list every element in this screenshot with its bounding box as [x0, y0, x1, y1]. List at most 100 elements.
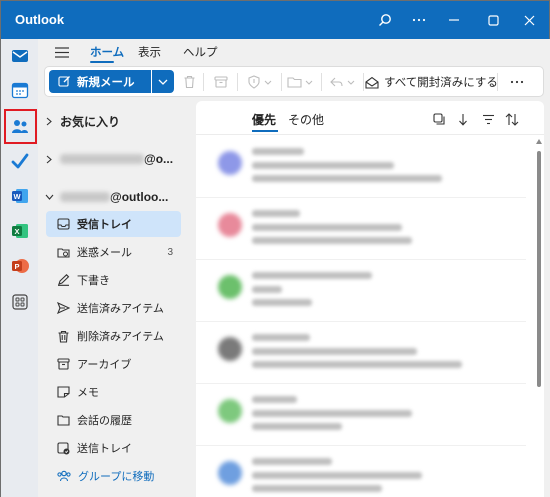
folder-archive[interactable]: アーカイブ [46, 351, 181, 377]
folder-label: 削除済みアイテム [77, 331, 164, 343]
sort-icon[interactable] [504, 111, 520, 127]
redacted-preview [252, 175, 442, 182]
folder-label: 迷惑メール [77, 247, 132, 259]
filter-icon[interactable] [480, 111, 496, 127]
select-icon[interactable] [431, 111, 447, 127]
delete-icon[interactable] [179, 72, 199, 92]
apps-icon[interactable] [9, 291, 31, 313]
svg-text:W: W [13, 192, 21, 201]
folder-sent[interactable]: 送信済みアイテム [46, 295, 181, 321]
maximize-icon[interactable] [473, 1, 513, 39]
report-icon[interactable] [245, 72, 277, 92]
ribbon-separator [497, 73, 498, 91]
chevron-down-icon [38, 194, 60, 200]
redacted-account-name [60, 154, 144, 164]
deleted-icon [58, 330, 69, 343]
redacted-subject [252, 472, 422, 479]
tab-focused[interactable]: 優先 [252, 111, 276, 128]
ribbon-toolbar: 新規メール すべて開封済みにする [44, 66, 544, 97]
scroll-up-icon[interactable] [536, 137, 542, 145]
avatar [218, 151, 242, 175]
avatar [218, 461, 242, 485]
folder-conversation-history[interactable]: 会話の履歴 [46, 407, 181, 433]
svg-text:X: X [14, 227, 19, 236]
ribbon-separator [321, 73, 322, 91]
favorites-header[interactable]: お気に入り [38, 108, 190, 134]
archive-toolbar-icon[interactable] [211, 72, 231, 92]
tab-help[interactable]: ヘルプ [183, 44, 218, 60]
new-mail-button[interactable]: 新規メール [49, 70, 151, 93]
groups-icon [57, 470, 71, 482]
folder-deleted[interactable]: 削除済みアイテム [46, 323, 181, 349]
move-to-folder-icon[interactable] [285, 72, 317, 92]
avatar [218, 213, 242, 237]
message-item[interactable] [196, 137, 526, 198]
folder-inbox[interactable]: 受信トレイ [46, 211, 181, 237]
redacted-sender [252, 334, 310, 341]
drafts-icon [58, 274, 70, 286]
folder-junk[interactable]: 迷惑メール 3 [46, 239, 181, 265]
chevron-down-icon [158, 79, 168, 85]
ribbon-separator [363, 73, 364, 91]
more-icon[interactable] [399, 1, 439, 39]
folder-drafts[interactable]: 下書き [46, 267, 181, 293]
calendar-icon[interactable] [9, 79, 31, 101]
redacted-sender [252, 210, 300, 217]
redacted-sender [252, 458, 332, 465]
word-icon[interactable]: W [9, 185, 31, 207]
todo-icon[interactable] [9, 150, 31, 172]
go-to-groups-link[interactable]: グループに移動 [46, 463, 181, 489]
mail-icon[interactable] [9, 45, 31, 67]
new-mail-dropdown-button[interactable] [152, 70, 174, 93]
folder-notes[interactable]: メモ [46, 379, 181, 405]
message-item[interactable] [196, 385, 526, 446]
account-header-1[interactable]: @o... [38, 146, 190, 172]
redacted-preview [252, 423, 342, 430]
folder-label: 下書き [77, 275, 110, 287]
account-header-2[interactable]: @outloo... [38, 184, 190, 210]
message-item[interactable] [196, 261, 526, 322]
message-item[interactable] [196, 323, 526, 384]
scroll-thumb[interactable] [537, 151, 541, 387]
minimize-icon[interactable] [434, 1, 474, 39]
hamburger-menu-icon[interactable] [52, 43, 72, 61]
archive-icon [57, 358, 70, 370]
outlook-window: Outlook W X P ホーム 表示 ヘルプ 新規メール すべて開封済みにす… [0, 0, 550, 497]
ribbon-tabs: ホーム 表示 ヘルプ [38, 39, 550, 65]
redacted-preview [252, 361, 462, 368]
reply-icon[interactable] [327, 72, 359, 92]
jump-down-icon[interactable] [455, 111, 471, 127]
unread-count: 3 [167, 246, 173, 258]
message-item[interactable] [196, 199, 526, 260]
message-list-scrollbar[interactable] [536, 137, 542, 497]
app-rail: W X P [1, 39, 38, 497]
junk-icon [57, 248, 70, 258]
redacted-subject [252, 348, 417, 355]
mark-all-read-button[interactable]: すべて開封済みにする [365, 72, 498, 92]
envelope-open-icon [365, 76, 379, 89]
chevron-right-icon [38, 155, 60, 164]
redacted-sender [252, 272, 372, 279]
message-list-pane: 優先 その他 [196, 101, 544, 497]
groups-link-label: グループに移動 [78, 471, 155, 483]
active-tab-indicator [252, 130, 278, 132]
message-item[interactable] [196, 447, 526, 497]
redacted-preview [252, 299, 312, 306]
ribbon-more-icon[interactable] [505, 72, 529, 92]
new-mail-label: 新規メール [77, 76, 135, 89]
excel-icon[interactable]: X [9, 220, 31, 242]
redacted-subject [252, 162, 394, 169]
account-1-suffix: @o... [144, 152, 174, 166]
redacted-preview [252, 237, 412, 244]
redacted-subject [252, 410, 412, 417]
inbox-icon [57, 218, 70, 230]
tab-view[interactable]: 表示 [138, 44, 161, 60]
tab-home[interactable]: ホーム [90, 44, 124, 60]
app-title: Outlook [15, 12, 65, 27]
redacted-subject [252, 286, 282, 293]
close-icon[interactable] [509, 1, 549, 39]
folder-outbox[interactable]: 送信トレイ [46, 435, 181, 461]
tab-other[interactable]: その他 [288, 111, 324, 128]
powerpoint-icon[interactable]: P [9, 255, 31, 277]
active-tab-indicator [90, 61, 114, 63]
